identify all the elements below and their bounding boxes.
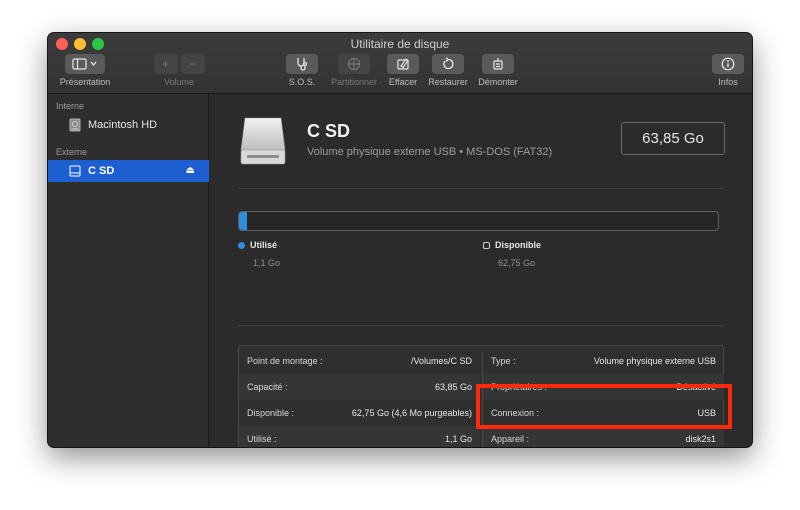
divider [238,188,724,189]
volume-name: C SD [307,121,351,141]
info-row-connection: Connexion : USB [483,400,724,426]
info-key: Point de montage : [247,356,323,366]
unmount-button[interactable]: Démonter [475,54,521,87]
info-value: USB [697,408,716,418]
divider [238,325,724,326]
presentation-label: Présentation [59,77,111,87]
used-dot-icon [238,242,245,249]
info-key: Capacité : [247,382,288,392]
usage-bar [238,211,719,231]
info-key: Utilisé : [247,434,277,444]
used-label: Utilisé [250,240,278,250]
restore-button[interactable]: Restaurer [425,54,471,87]
external-disk-icon [69,165,81,177]
sidebar-toggle-icon [65,54,105,74]
info-key: Appareil : [491,434,530,444]
info-row-type: Type : Volume physique externe USB [483,348,724,374]
restore-arrow-icon [432,54,464,74]
info-table: Point de montage : /Volumes/C SD Capacit… [238,345,724,447]
sidebar-item-macintosh-hd[interactable]: Macintosh HD [48,114,209,136]
volume-group: + − Volume [153,54,205,87]
eject-icon[interactable]: ⏏ [186,165,195,176]
internal-disk-icon [69,118,81,132]
sidebar-item-label: C SD [88,165,115,177]
capacity-badge: 63,85 Go [621,122,725,155]
info-key: Type : [491,356,516,366]
info-value: disk2s1 [685,434,716,444]
info-row-mount-point: Point de montage : /Volumes/C SD [239,348,480,374]
sidebar-item-c-sd[interactable]: C SD ⏏ [48,160,209,182]
add-volume-button[interactable]: + [153,54,178,74]
external-drive-icon [240,117,286,165]
erase-button[interactable]: Effacer [385,54,421,87]
info-key: Connexion : [491,408,540,418]
eraser-icon [387,54,419,74]
info-value: 1,1 Go [444,434,472,444]
disk-utility-window: Utilitaire de disque Présentation + − Vo… [48,33,752,447]
info-row-used: Utilisé : 1,1 Go [239,426,480,447]
main-pane: C SD Volume physique externe USB • MS-DO… [209,94,752,447]
info-label: Infos [718,77,738,87]
info-icon [712,54,744,74]
toolbar: Utilitaire de disque Présentation + − Vo… [48,33,752,94]
sidebar-header-external: Externe [56,147,88,157]
volume-subtitle: Volume physique externe USB • MS-DOS (FA… [307,146,553,158]
info-row-device: Appareil : disk2s1 [483,426,724,447]
usage-bar-used-fill [239,212,248,230]
info-value: Désactivé [676,382,716,392]
first-aid-button[interactable]: S.O.S. [284,54,320,87]
unmount-label: Démonter [478,77,518,87]
info-row-capacity: Capacité : 63,85 Go [239,374,480,400]
restore-label: Restaurer [428,77,468,87]
legend-used: Utilisé 1,1 Go [238,240,280,268]
remove-volume-button[interactable]: − [180,54,205,74]
partition-label: Partitionner [330,77,378,87]
sos-label: S.O.S. [288,77,316,87]
stethoscope-icon [286,54,318,74]
info-row-available: Disponible : 62,75 Go (4,6 Mo purgeables… [239,400,480,426]
sidebar-header-internal: Interne [56,101,85,111]
info-button[interactable]: Infos [710,54,746,87]
free-dot-icon [483,242,490,249]
partition-icon [338,54,370,74]
info-row-owners: Propriétaires : Désactivé [483,374,724,400]
info-value: 63,85 Go [434,382,472,392]
presentation-button[interactable]: Présentation [56,54,114,87]
unmount-icon [482,54,514,74]
window-title: Utilitaire de disque [350,37,450,51]
info-key: Disponible : [247,408,295,418]
info-value: /Volumes/C SD [410,356,472,366]
info-value: 62,75 Go (4,6 Mo purgeables) [351,408,472,418]
volume-label: Volume [163,77,195,87]
sidebar-item-label: Macintosh HD [88,119,158,131]
partition-button[interactable]: Partitionner [326,54,382,87]
info-key: Propriétaires : [491,382,548,392]
free-value: 62,75 Go [498,258,536,268]
legend-free: Disponible 62,75 Go [483,240,542,268]
info-value: Volume physique externe USB [593,356,716,366]
sidebar: Interne Macintosh HD Externe C SD ⏏ [48,94,209,447]
used-value: 1,1 Go [253,258,281,268]
free-label: Disponible [495,240,542,250]
erase-label: Effacer [388,77,418,87]
